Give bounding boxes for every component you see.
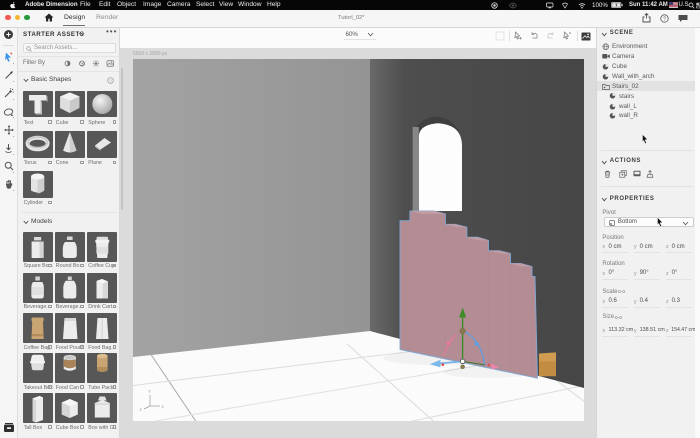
svg-text:Y: Y <box>148 389 151 394</box>
svg-text:?: ? <box>663 16 666 22</box>
